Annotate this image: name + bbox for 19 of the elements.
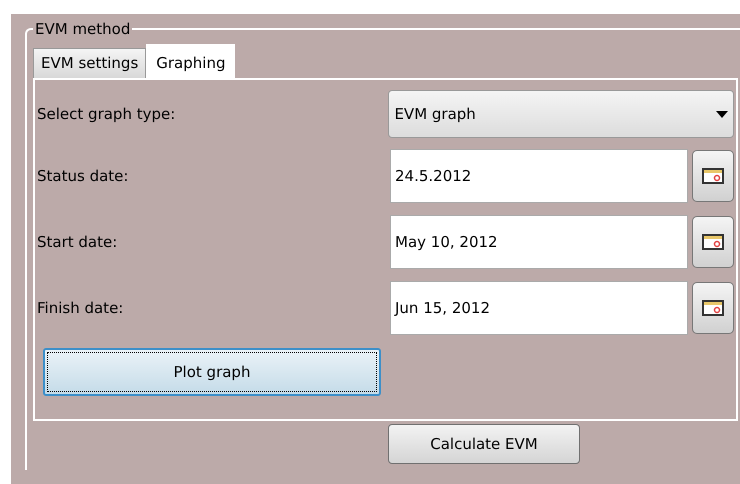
- date-field[interactable]: Jun 15, 2012: [390, 281, 688, 335]
- date-field[interactable]: May 10, 2012: [390, 215, 688, 269]
- field-label: Status date:: [37, 166, 130, 187]
- tab[interactable]: Graphing: [146, 44, 236, 80]
- field-label: Select graph type:: [37, 104, 176, 125]
- plot-graph-button[interactable]: Plot graph: [43, 348, 381, 396]
- calendar-button[interactable]: [692, 216, 734, 268]
- field-label: Finish date:: [37, 298, 124, 319]
- field-label: Start date:: [37, 232, 118, 253]
- calendar-icon: [702, 234, 724, 250]
- calculate-button[interactable]: Calculate EVM: [388, 424, 580, 464]
- graph-type-dropdown[interactable]: EVM graph: [388, 90, 734, 138]
- tab[interactable]: EVM settings: [33, 48, 146, 78]
- date-field[interactable]: 24.5.2012: [390, 149, 688, 203]
- calendar-button[interactable]: [692, 150, 734, 202]
- caret-icon: [716, 110, 728, 118]
- calendar-button[interactable]: [692, 282, 734, 334]
- calendar-icon: [702, 300, 724, 316]
- calendar-icon: [702, 168, 724, 184]
